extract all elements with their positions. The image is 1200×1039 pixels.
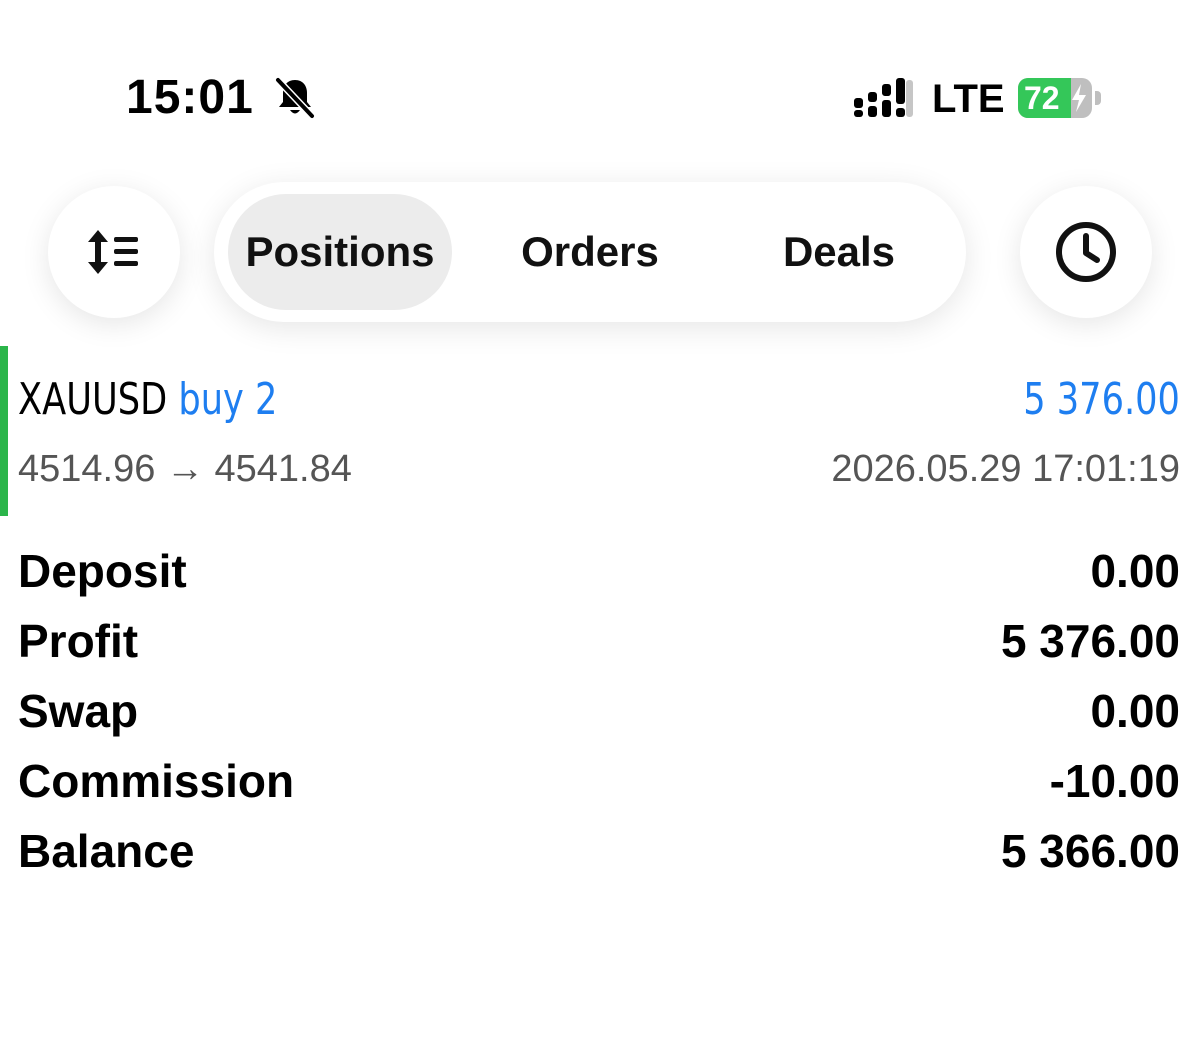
tab-bar: Positions Orders Deals [214,182,966,322]
position-profit: 5 376.00 [1023,374,1180,425]
summary-label: Commission [18,755,295,807]
bolt-icon [1072,84,1086,112]
summary-value: 5 376.00 [1000,615,1180,667]
close-price: 4541.84 [214,448,352,490]
summary-value: 0.00 [1090,685,1180,737]
open-price: 4514.96 [18,448,156,490]
tab-deals[interactable]: Deals [714,194,964,310]
history-button[interactable] [1020,186,1152,318]
summary-row-swap: Swap 0.00 [18,676,1180,746]
battery-charging-icon: 72 [1018,78,1102,118]
summary-value: -10.00 [1049,755,1180,807]
buy-indicator-bar [0,346,8,516]
position-prices: 4514.96 → 4541.84 [18,446,352,492]
summary-row-commission: Commission -10.00 [18,746,1180,816]
summary-label: Deposit [18,545,187,597]
summary-label: Swap [18,685,139,737]
summary-value: 0.00 [1090,545,1180,597]
network-label: LTE [932,77,1005,121]
sort-list-icon [88,230,138,274]
summary-row-profit: Profit 5 376.00 [18,606,1180,676]
clock-icon [1056,222,1116,282]
summary-list: Deposit 0.00 Profit 5 376.00 Swap 0.00 C… [18,536,1180,886]
summary-value: 5 366.00 [1000,825,1180,877]
signal-icon [854,78,913,117]
status-time: 15:01 [126,71,254,124]
arrow-right-icon: → [165,448,204,490]
position-row[interactable]: XAUUSD buy 2 5 376.00 4514.96 → 4541.84 … [0,346,1200,516]
position-symbol: XAUUSD [18,374,168,425]
summary-label: Balance [18,825,195,877]
status-bar: 15:01 LTE 72 [0,0,1200,150]
battery-level: 72 [1024,80,1060,116]
tab-positions[interactable]: Positions [228,194,452,310]
position-time: 2026.05.29 17:01:19 [831,448,1180,490]
summary-row-deposit: Deposit 0.00 [18,536,1180,606]
summary-row-balance: Balance 5 366.00 [18,816,1180,886]
position-trade-type: buy 2 [178,374,278,425]
position-title: XAUUSD buy 2 [18,372,277,428]
summary-label: Profit [18,615,139,667]
tab-orders[interactable]: Orders [464,194,716,310]
bell-slash-icon [274,76,316,120]
sort-button[interactable] [48,186,180,318]
